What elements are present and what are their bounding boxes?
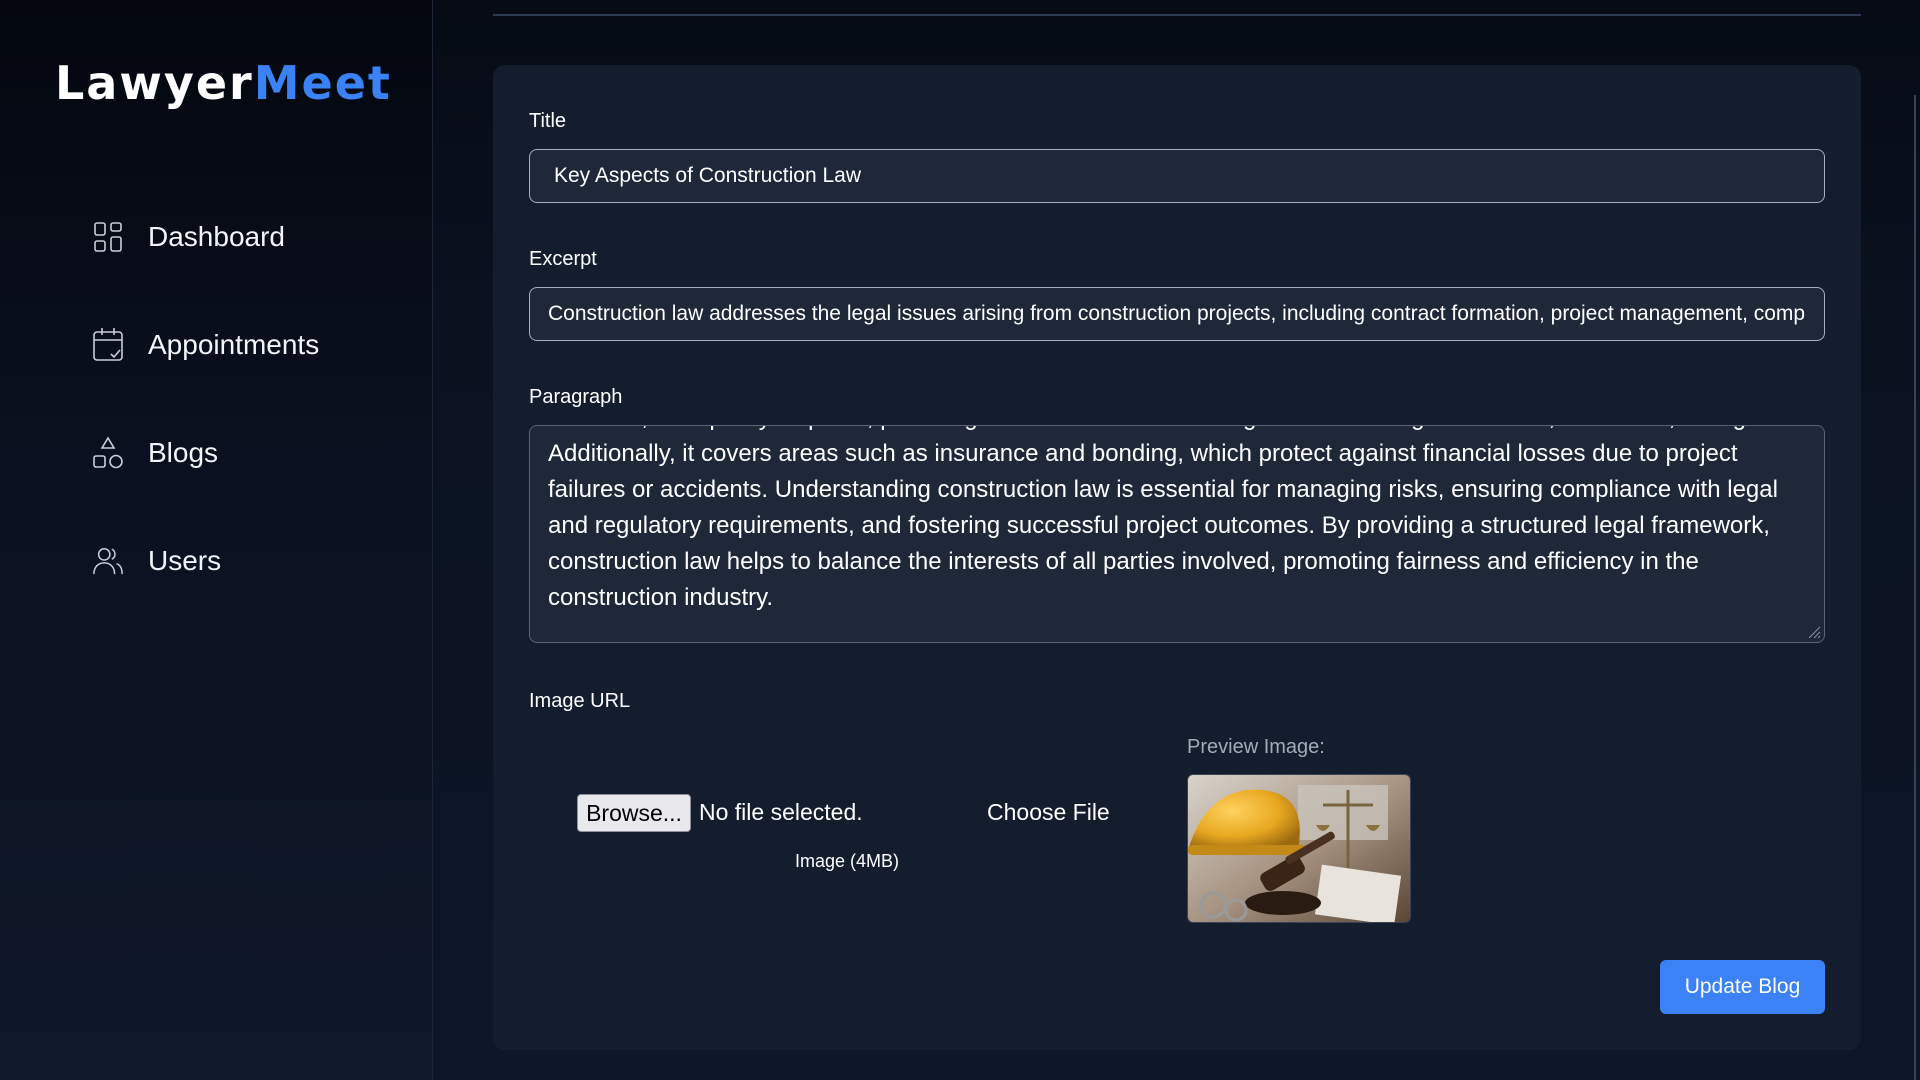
- sidebar-item-dashboard[interactable]: Dashboard: [92, 217, 285, 257]
- browse-button[interactable]: Browse...: [577, 794, 691, 832]
- preview-image: [1187, 774, 1411, 923]
- paragraph-textarea[interactable]: overruns, and quality disputes, providin…: [529, 425, 1825, 643]
- sidebar-item-label: Users: [148, 545, 222, 576]
- sidebar: LawyerMeet Dashboard Appointments Blogs …: [0, 0, 433, 1080]
- update-blog-button[interactable]: Update Blog: [1660, 960, 1825, 1014]
- paragraph-text: overruns, and quality disputes, providin…: [548, 426, 1805, 611]
- brand-part2: Meet: [253, 56, 392, 110]
- file-status-text: No file selected.: [699, 799, 863, 825]
- grid-icon: [92, 219, 124, 255]
- top-divider: [493, 14, 1861, 16]
- sidebar-item-users[interactable]: Users: [92, 541, 221, 581]
- image-size-hint: Image (4MB): [795, 851, 900, 871]
- sidebar-item-blogs[interactable]: Blogs: [92, 433, 218, 473]
- paragraph-label: Paragraph: [529, 386, 623, 408]
- app-root: LawyerMeet Dashboard Appointments Blogs …: [0, 0, 1920, 1080]
- shapes-icon: [92, 435, 124, 471]
- choose-file-button[interactable]: Choose File: [987, 799, 1110, 826]
- sidebar-item-appointments[interactable]: Appointments: [92, 325, 319, 365]
- excerpt-input[interactable]: [529, 287, 1825, 341]
- sidebar-item-label: Dashboard: [148, 221, 285, 252]
- sidebar-item-label: Blogs: [148, 437, 219, 468]
- page-scrollbar[interactable]: [1914, 95, 1916, 1080]
- brand-part1: Lawyer: [55, 56, 254, 110]
- image-url-label: Image URL: [529, 690, 631, 712]
- preview-label: Preview Image:: [1187, 736, 1325, 758]
- sidebar-item-label: Appointments: [148, 329, 320, 360]
- calendar-check-icon: [92, 327, 124, 363]
- brand-logo[interactable]: LawyerMeet: [55, 56, 392, 110]
- excerpt-label: Excerpt: [529, 248, 597, 270]
- resize-grip-icon[interactable]: [1807, 625, 1821, 639]
- users-icon: [92, 543, 124, 579]
- title-label: Title: [529, 110, 567, 132]
- title-input[interactable]: [529, 149, 1825, 203]
- edit-blog-form: Title Excerpt Paragraph overruns, and qu…: [493, 65, 1861, 1050]
